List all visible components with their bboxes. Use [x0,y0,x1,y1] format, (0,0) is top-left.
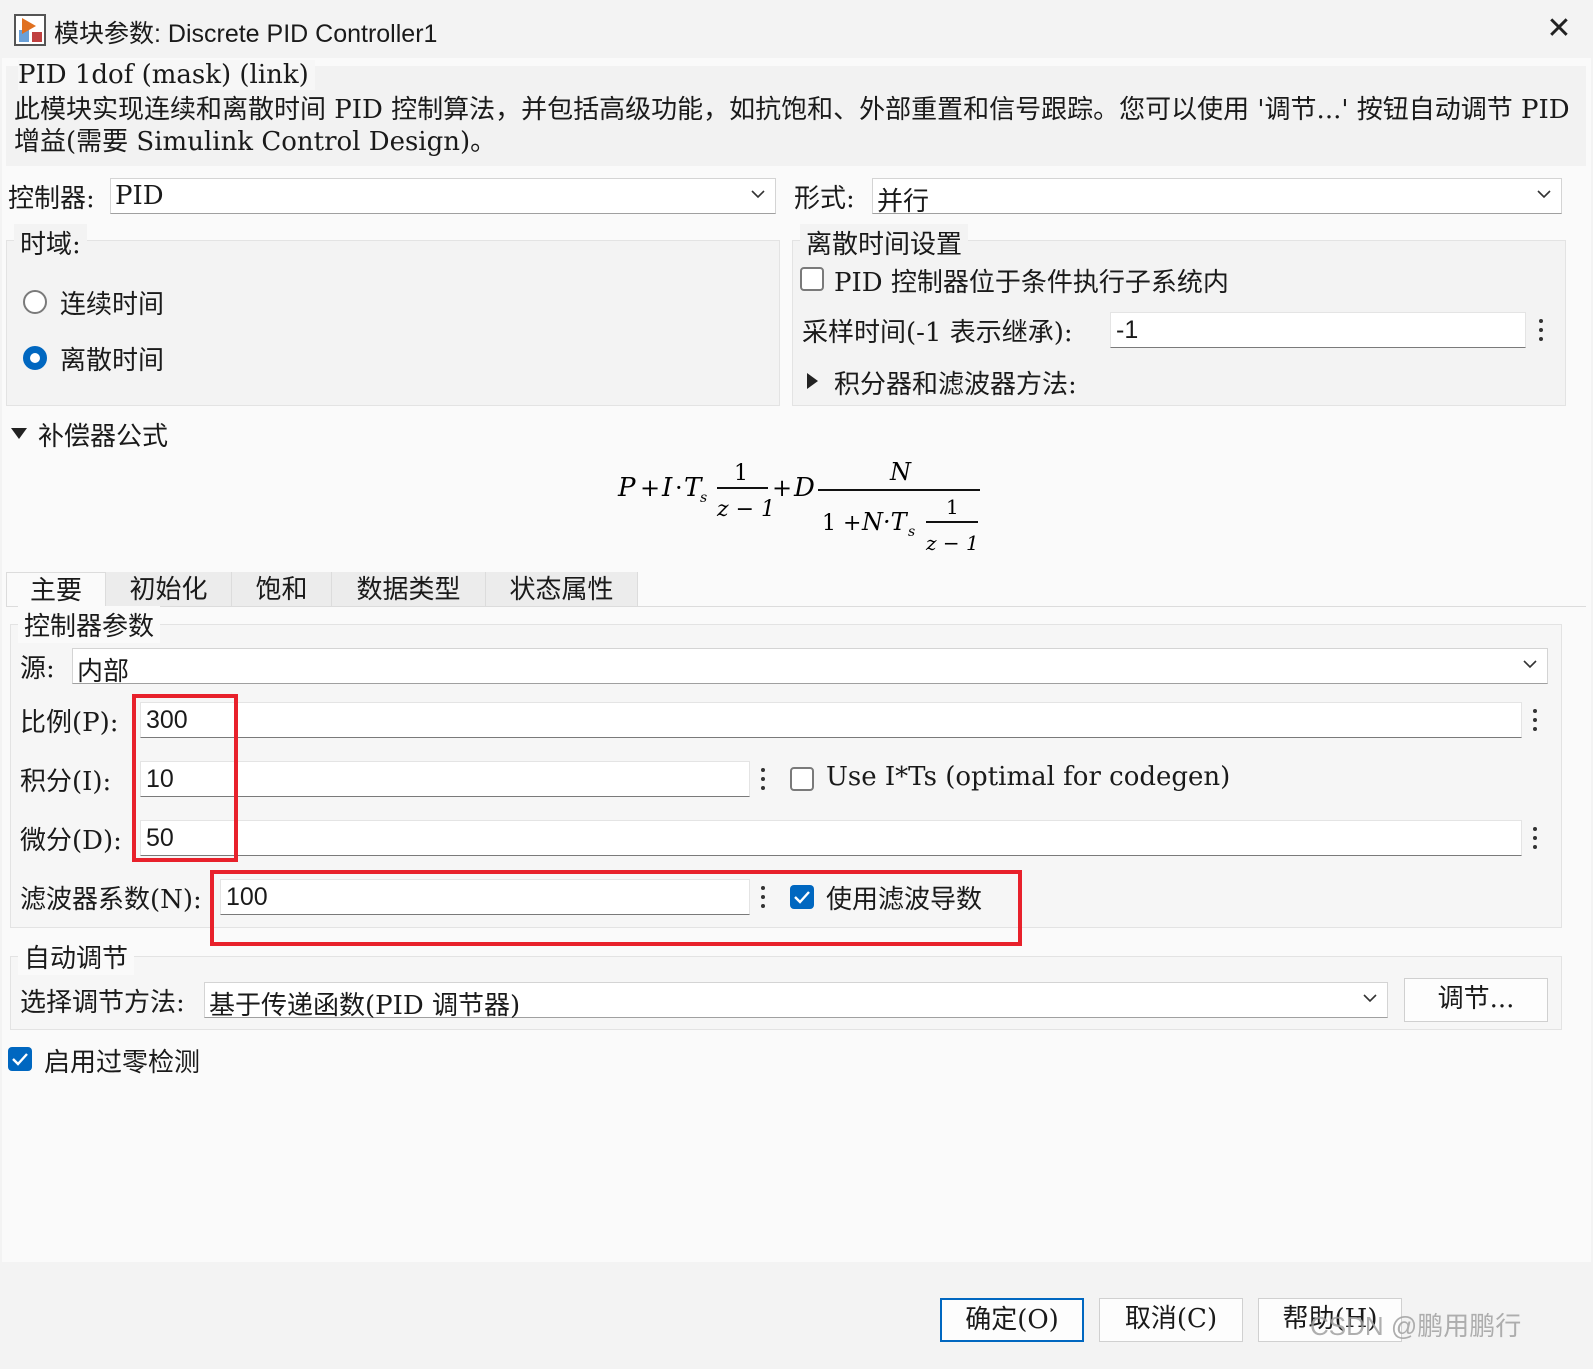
formula-plus-2: + [772,474,792,502]
tuning-method-value: 基于传递函数(PID 调节器) [209,991,521,1021]
chevron-down-icon [1537,190,1551,199]
controller-value: PID [115,181,164,211]
filter-coefficient-value: 100 [226,883,268,911]
window-title: 模块参数: Discrete PID Controller1 [54,20,438,48]
zero-crossing-checkbox[interactable] [8,1047,32,1071]
use-its-checkbox[interactable] [790,767,814,791]
check-icon [794,891,810,904]
form-value: 并行 [877,187,930,217]
chevron-down-icon [1363,994,1377,1003]
ok-button[interactable]: 确定(O) [940,1298,1084,1342]
derivative-value: 50 [146,824,174,852]
source-dropdown[interactable]: 内部 [72,648,1548,687]
discrete-time-label: 离散时间 [60,346,165,376]
compensator-formula: P + I · T s 1 z − 1 + D N 1 + N·T s 1 z … [617,458,980,555]
mask-title: PID 1dof (mask) (link) [18,60,315,90]
form-dropdown[interactable]: 并行 [872,178,1562,217]
check-icon [12,1053,28,1066]
derivative-more-icon[interactable] [1524,821,1546,855]
formula-inner-den-z1: z − 1 [925,531,979,555]
discrete-settings-legend: 离散时间设置 [800,224,969,261]
formula-P: P [617,473,636,503]
cancel-button[interactable]: 取消(C) [1099,1298,1243,1342]
expand-right-icon[interactable] [804,372,820,390]
autotune-legend: 自动调节 [18,938,135,975]
compensator-formula-label[interactable]: 补偿器公式 [38,416,168,453]
controller-label: 控制器: [8,184,95,214]
formula-num-1: 1 [734,461,748,486]
time-domain-group [6,240,780,406]
filter-coefficient-label: 滤波器系数(N): [20,885,202,915]
derivative-input[interactable]: 50 [140,820,1522,856]
tab-bar-line [6,606,1586,607]
integral-value: 10 [146,765,174,793]
tab-main[interactable]: 主要 [6,572,106,606]
conditional-subsystem-checkbox[interactable] [800,267,824,291]
formula-N: N [889,458,912,486]
controller-params-legend: 控制器参数 [18,606,161,643]
sample-time-value: -1 [1116,316,1139,344]
sample-time-more-icon[interactable] [1530,313,1552,347]
tune-button[interactable]: 调节... [1404,978,1548,1022]
controller-dropdown[interactable]: PID [110,178,776,214]
close-icon[interactable]: ✕ [1540,10,1578,48]
description-text: 此模块实现连续和离散时间 PID 控制算法，并包括高级功能，如抗饱和、外部重置和… [14,95,1570,157]
filter-coefficient-input[interactable]: 100 [220,879,750,915]
form-label: 形式: [794,184,855,214]
watermark-text: CSDN @鹏用鹏行 [1310,1311,1522,1341]
proportional-input[interactable]: 300 [140,702,1522,738]
tuning-method-label: 选择调节方法: [20,988,185,1018]
formula-inner-num-1: 1 [946,495,959,519]
sample-time-input[interactable]: -1 [1110,312,1526,348]
sample-time-label: 采样时间(-1 表示继承): [802,318,1073,348]
tab-saturation[interactable]: 饱和 [232,572,332,606]
chevron-down-icon [751,190,765,199]
source-label: 源: [20,654,55,684]
derivative-label: 微分(D): [20,826,122,856]
collapse-down-icon[interactable] [10,426,28,440]
formula-s-sub: s [700,490,707,506]
formula-dot: · [675,474,683,502]
integral-input[interactable]: 10 [140,761,750,797]
continuous-time-label: 连续时间 [60,290,165,320]
integral-label: 积分(I): [20,767,112,797]
formula-den-z1: z − 1 [716,497,775,522]
radio-discrete-time[interactable] [23,346,47,370]
time-domain-legend: 时域: [14,224,87,261]
formula-plus: + [640,474,660,502]
simulink-app-icon [14,14,46,46]
tab-data-types[interactable]: 数据类型 [332,572,486,606]
proportional-label: 比例(P): [20,708,119,738]
tab-state-attributes[interactable]: 状态属性 [486,572,638,606]
chevron-down-icon [1523,660,1537,669]
formula-1-plus: 1 + [822,511,861,536]
tuning-method-dropdown[interactable]: 基于传递函数(PID 调节器) [204,982,1388,1021]
proportional-value: 300 [146,706,188,734]
integral-more-icon[interactable] [752,762,774,796]
use-filtered-derivative-checkbox[interactable] [790,885,814,909]
conditional-subsystem-label: PID 控制器位于条件执行子系统内 [834,268,1229,298]
filter-coefficient-more-icon[interactable] [752,880,774,914]
source-value: 内部 [77,657,130,687]
integrator-method-label[interactable]: 积分器和滤波器方法: [834,364,1077,401]
tab-initialization[interactable]: 初始化 [106,572,232,606]
zero-crossing-label: 启用过零检测 [44,1048,201,1078]
formula-I: I [661,473,673,503]
formula-D: D [793,473,815,503]
use-its-label: Use I*Ts (optimal for codegen) [826,762,1231,792]
formula-NT: N·T [861,508,909,536]
use-filtered-derivative-label: 使用滤波导数 [826,885,983,915]
radio-continuous-time[interactable] [23,290,47,314]
formula-s-sub-2: s [908,524,915,540]
proportional-more-icon[interactable] [1524,703,1546,737]
